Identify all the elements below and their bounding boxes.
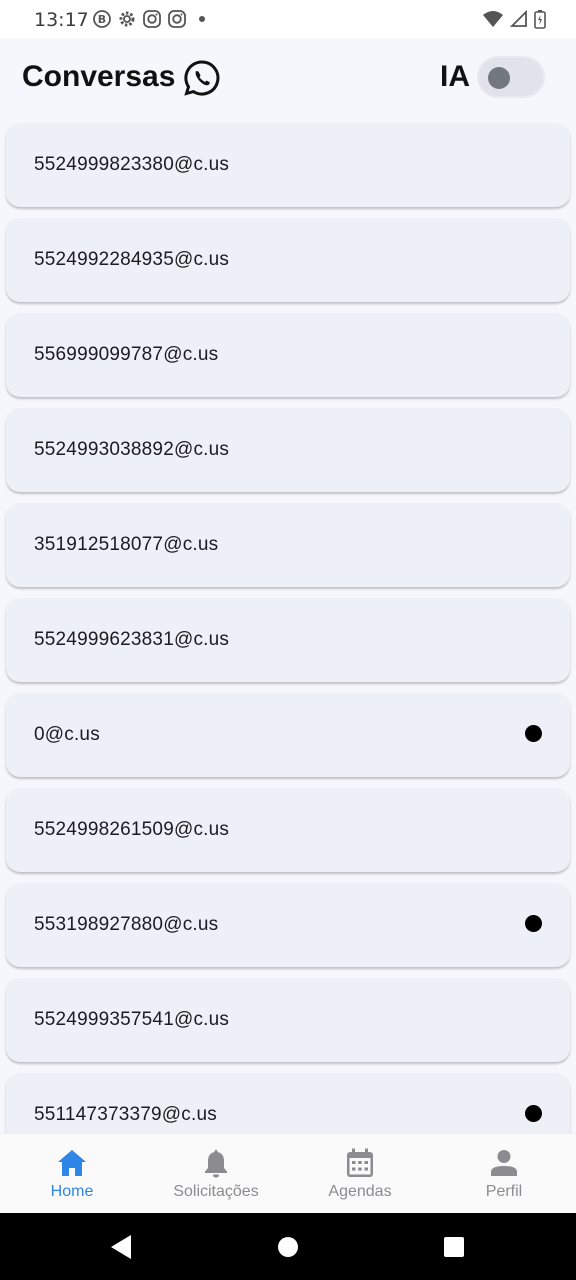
svg-text:B: B — [98, 13, 106, 26]
bell-icon — [200, 1147, 232, 1179]
conversation-id: 5524999823380@c.us — [34, 154, 230, 175]
ia-toggle[interactable] — [477, 56, 545, 98]
nav-label-agendas: Agendas — [328, 1183, 392, 1200]
home-circle-icon[interactable] — [274, 1233, 302, 1261]
calendar-icon — [344, 1147, 376, 1179]
wifi-icon — [482, 10, 504, 33]
nav-item-home[interactable]: Home — [0, 1134, 144, 1213]
bottom-navigation: Home Solicitações Agendas Perfil — [0, 1134, 576, 1213]
nav-item-agendas[interactable]: Agendas — [288, 1134, 432, 1213]
nav-item-solicitacoes[interactable]: Solicitações — [144, 1134, 288, 1213]
b-circle-icon: B — [92, 9, 112, 29]
home-icon — [56, 1147, 88, 1179]
unread-dot-icon — [525, 915, 542, 932]
conversation-id: 551147373379@c.us — [34, 1104, 217, 1125]
conversation-item[interactable]: 5524999823380@c.us — [6, 123, 570, 207]
app-header: Conversas IA — [0, 38, 576, 122]
system-navigation-bar — [0, 1213, 576, 1280]
ia-toggle-knob — [488, 67, 510, 89]
nav-label-solicitacoes: Solicitações — [173, 1183, 259, 1200]
instagram-icon — [167, 9, 187, 29]
nav-label-home: Home — [50, 1183, 94, 1200]
conversation-item[interactable]: 553198927880@c.us — [6, 883, 570, 967]
conversation-list[interactable]: 5524999823380@c.us 5524992284935@c.us 55… — [0, 122, 576, 1134]
recents-icon[interactable] — [440, 1233, 468, 1261]
ia-label: IA — [440, 60, 470, 93]
conversation-item[interactable]: 351912518077@c.us — [6, 503, 570, 587]
conversation-item[interactable]: 5524992284935@c.us — [6, 218, 570, 302]
dot-icon — [192, 9, 212, 29]
conversation-item[interactable]: 5524999623831@c.us — [6, 598, 570, 682]
person-icon — [488, 1147, 520, 1179]
page-title: Conversas — [22, 60, 176, 93]
conversation-item[interactable]: 5524998261509@c.us — [6, 788, 570, 872]
conversation-id: 5524992284935@c.us — [34, 249, 230, 270]
unread-dot-icon — [525, 725, 542, 742]
conversation-item[interactable]: 556999099787@c.us — [6, 313, 570, 397]
signal-icon — [509, 9, 528, 33]
conversation-id: 0@c.us — [34, 724, 100, 745]
conversation-id: 351912518077@c.us — [34, 534, 219, 555]
system-status-icons — [482, 9, 546, 34]
status-time: 13:17 — [34, 9, 89, 31]
unread-dot-icon — [525, 1105, 542, 1122]
conversation-item[interactable]: 5524993038892@c.us — [6, 408, 570, 492]
instagram-icon — [142, 9, 162, 29]
conversation-item[interactable]: 0@c.us — [6, 693, 570, 777]
back-icon[interactable] — [107, 1233, 135, 1261]
gear-icon — [117, 9, 137, 29]
conversation-id: 553198927880@c.us — [34, 914, 219, 935]
conversation-id: 5524999623831@c.us — [34, 629, 230, 650]
battery-icon — [534, 9, 546, 34]
whatsapp-icon — [183, 59, 221, 97]
status-bar: 13:17 B — [0, 0, 576, 38]
conversation-item[interactable]: 551147373379@c.us — [6, 1073, 570, 1134]
conversation-item[interactable]: 5524999357541@c.us — [6, 978, 570, 1062]
notification-icons: B — [92, 9, 212, 29]
nav-item-perfil[interactable]: Perfil — [432, 1134, 576, 1213]
conversation-id: 5524998261509@c.us — [34, 819, 230, 840]
conversation-id: 556999099787@c.us — [34, 344, 219, 365]
nav-label-perfil: Perfil — [485, 1183, 523, 1200]
conversation-id: 5524993038892@c.us — [34, 439, 230, 460]
conversation-id: 5524999357541@c.us — [34, 1009, 230, 1030]
